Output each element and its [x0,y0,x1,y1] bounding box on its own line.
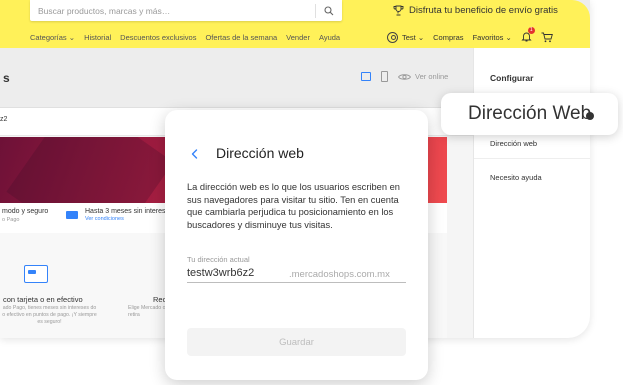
back-chevron-icon[interactable] [189,148,201,160]
payment-title: con tarjeta o en efectivo [3,295,83,304]
main-nav: Categorías ⌄ Historial Descuentos exclus… [30,33,340,42]
cart-icon[interactable] [541,32,553,43]
user-name: Test ⌄ [402,33,425,42]
eye-icon [398,73,411,80]
payment-description: ado Pago, tienes meses sin intereses do … [2,305,97,325]
preview-tab-label[interactable]: z2 [0,116,7,123]
preview-online-button[interactable]: Ver online [398,72,448,81]
sidebar-title: Configurar [490,73,534,83]
promo-text: Disfruta tu beneficio de envío gratis [409,5,558,16]
user-nav: Test ⌄ Compras Favoritos ⌄ 1 [387,27,553,44]
user-menu[interactable]: Test ⌄ [387,32,424,43]
favorites-link[interactable]: Favoritos ⌄ [473,33,512,42]
screenshot-stage: Buscar productos, marcas y más… Disfruta… [0,0,623,385]
config-sidebar: Configurar Dirección web Necesito ayuda [473,48,590,338]
feature-title: Hasta 3 meses sin intereses [85,208,173,215]
feature-subtitle: o Pago [2,217,20,223]
sidebar-item-web-address[interactable]: Dirección web [490,139,537,148]
domain-suffix: .mercadoshops.com.mx [289,269,390,280]
notifications-button[interactable]: 1 [521,27,535,44]
top-header: Buscar productos, marcas y más… Disfruta… [0,0,590,48]
search-button[interactable] [316,0,342,21]
avatar-icon [387,32,398,43]
nav-item-categories[interactable]: Categorías ⌄ [30,33,75,42]
feature-title: modo y seguro [2,208,49,215]
payment-card-icon [24,265,48,283]
input-underline [187,282,406,283]
editor-toolbar: s Ver online [0,48,473,108]
search-input[interactable]: Buscar productos, marcas y más… [30,6,315,16]
modal-description: La dirección web es lo que los usuarios … [187,182,400,230]
trophy-icon [393,5,404,16]
notification-badge: 1 [527,27,535,34]
nav-item-history[interactable]: Historial [84,33,111,42]
web-address-input[interactable]: testw3wrb6z2 [187,267,254,279]
nav-item-weekly-offers[interactable]: Ofertas de la semana [205,33,277,42]
search-icon [324,5,334,15]
view-controls: Ver online [361,71,448,82]
nav-item-sell[interactable]: Vender [286,33,310,42]
search-bar[interactable]: Buscar productos, marcas y más… [30,0,342,21]
divider [474,158,590,159]
shipping-promo[interactable]: Disfruta tu beneficio de envío gratis [393,5,558,16]
web-address-modal: Dirección web La dirección web es lo que… [165,110,428,380]
field-label: Tu dirección actual [187,255,250,264]
save-button[interactable]: Guardar [187,328,406,356]
sidebar-item-help[interactable]: Necesito ayuda [490,173,542,182]
feature-installments: Hasta 3 meses sin intereses Ver condicio… [66,207,173,222]
preview-label: Ver online [415,72,449,81]
feature-secure-payment: modo y seguro o Pago [2,207,48,225]
page-title: s [3,71,10,85]
callout-text: Dirección Web [468,103,592,124]
modal-title: Dirección web [216,145,304,161]
purchases-link[interactable]: Compras [433,33,463,42]
pointer-cursor-icon [586,112,595,120]
conditions-link[interactable]: Ver condiciones [85,216,173,222]
desktop-view-icon[interactable] [361,72,371,81]
mobile-view-icon[interactable] [381,71,388,82]
credit-card-icon [66,211,78,219]
nav-item-discounts[interactable]: Descuentos exclusivos [120,33,196,42]
nav-item-help[interactable]: Ayuda [319,33,340,42]
web-address-callout: Dirección Web [441,93,618,135]
